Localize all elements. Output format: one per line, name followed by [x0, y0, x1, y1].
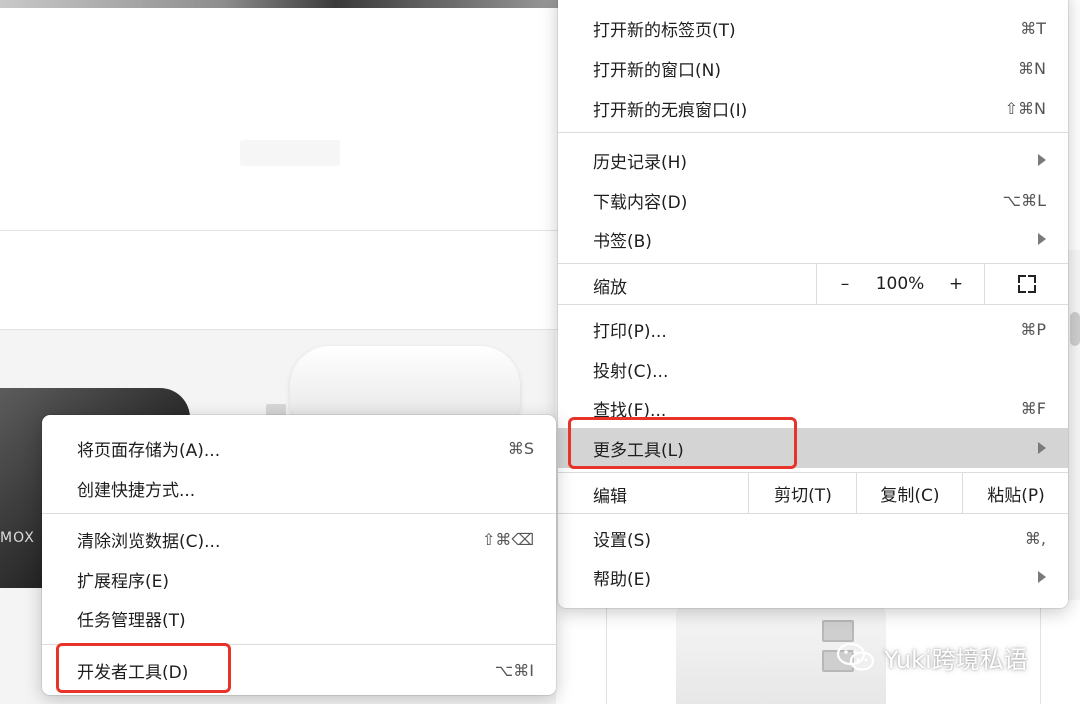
zoom-level: 100%: [872, 264, 928, 304]
charger-brand-text: MOX: [0, 530, 35, 546]
zoom-value: 100%: [875, 274, 925, 294]
menu-item-clear-browsing-data[interactable]: 清除浏览数据(C)... ⇧⌘⌫: [42, 519, 556, 559]
more-tools-submenu: 将页面存储为(A)... ⌘S 创建快捷方式... 清除浏览数据(C)... ⇧…: [42, 415, 556, 695]
menu-item-label: 帮助(E): [593, 569, 652, 590]
shortcut-text: ⌘N: [1018, 58, 1046, 78]
white-charger-image: [290, 346, 520, 416]
menu-item-label: 打开新的窗口(N): [593, 60, 721, 81]
menu-item-save-page[interactable]: 将页面存储为(A)... ⌘S: [42, 428, 556, 468]
scrollbar-thumb[interactable]: [1070, 312, 1080, 346]
menu-item-history[interactable]: 历史记录(H): [558, 140, 1068, 180]
menu-item-label: 打开新的标签页(T): [593, 20, 736, 41]
menu-item-print[interactable]: 打印(P)... ⌘P: [558, 309, 1068, 349]
zoom-out-button[interactable]: –: [816, 264, 873, 304]
menu-separator: [558, 132, 1068, 133]
shortcut-text: ⌘T: [1020, 18, 1046, 38]
menu-item-label: 书签(B): [593, 231, 652, 252]
cut-button[interactable]: 剪切(T): [748, 473, 857, 513]
submenu-arrow-icon: [1038, 571, 1046, 583]
menu-item-label: 更多工具(L): [593, 440, 684, 461]
copy-label: 复制(C): [880, 485, 940, 506]
menu-item-more-tools[interactable]: 更多工具(L): [558, 428, 1068, 468]
fullscreen-icon: [1018, 275, 1036, 293]
submenu-arrow-icon: [1038, 233, 1046, 245]
menu-item-label: 开发者工具(D): [77, 662, 189, 683]
shortcut-text: ⌘P: [1020, 319, 1046, 339]
menu-item-label: 创建快捷方式...: [77, 480, 196, 501]
wechat-icon: [836, 642, 875, 671]
shortcut-text: ⌥⌘I: [494, 660, 534, 680]
menu-item-new-window[interactable]: 打开新的窗口(N) ⌘N: [558, 48, 1068, 88]
background-divider: [0, 230, 560, 231]
menu-item-find[interactable]: 查找(F)... ⌘F: [558, 388, 1068, 428]
shortcut-text: ⇧⌘N: [1004, 98, 1046, 118]
fullscreen-button[interactable]: [984, 264, 1069, 304]
menu-item-help[interactable]: 帮助(E): [558, 557, 1068, 597]
menu-separator: [42, 644, 556, 645]
menu-item-label: 下载内容(D): [593, 192, 688, 213]
menu-item-label: 打开新的无痕窗口(I): [593, 100, 748, 121]
menu-item-task-manager[interactable]: 任务管理器(T): [42, 598, 556, 638]
menu-item-label: 打印(P)...: [593, 321, 667, 342]
background-image-strip: [0, 0, 560, 8]
menu-item-new-tab[interactable]: 打开新的标签页(T) ⌘T: [558, 8, 1068, 48]
watermark-text: Yuki跨境私语: [884, 645, 1028, 674]
menu-item-bookmarks[interactable]: 书签(B): [558, 219, 1068, 259]
zoom-in-button[interactable]: +: [928, 264, 984, 304]
background-divider: [606, 600, 607, 704]
shortcut-text: ⇧⌘⌫: [481, 529, 534, 549]
chrome-main-menu: 打开新的标签页(T) ⌘T 打开新的窗口(N) ⌘N 打开新的无痕窗口(I) ⇧…: [558, 0, 1068, 608]
menu-item-label: 清除浏览数据(C)...: [77, 531, 221, 552]
menu-item-label: 查找(F)...: [593, 400, 667, 421]
menu-item-new-incognito-window[interactable]: 打开新的无痕窗口(I) ⇧⌘N: [558, 88, 1068, 128]
paste-button[interactable]: 粘贴(P): [962, 473, 1069, 513]
menu-item-label: 投射(C)...: [593, 361, 669, 382]
menu-item-label: 将页面存储为(A)...: [77, 440, 221, 461]
paste-label: 粘贴(P): [987, 485, 1045, 506]
plus-icon: +: [948, 274, 964, 294]
copy-button[interactable]: 复制(C): [856, 473, 963, 513]
shortcut-text: ⌥⌘L: [1002, 190, 1046, 210]
zoom-row: 缩放 – 100% +: [558, 263, 1068, 305]
menu-item-label: 历史记录(H): [593, 152, 688, 173]
edit-row: 编辑 剪切(T) 复制(C) 粘贴(P): [558, 472, 1068, 514]
minus-icon: –: [840, 274, 850, 294]
submenu-arrow-icon: [1038, 442, 1046, 454]
menu-item-settings[interactable]: 设置(S) ⌘,: [558, 518, 1068, 558]
menu-item-create-shortcut[interactable]: 创建快捷方式...: [42, 468, 556, 508]
menu-item-developer-tools[interactable]: 开发者工具(D) ⌥⌘I: [42, 650, 556, 690]
menu-separator: [42, 513, 556, 514]
background-faint-block: [240, 140, 340, 166]
menu-item-label: 任务管理器(T): [77, 610, 186, 631]
usb-port: [822, 620, 854, 642]
menu-item-label: 设置(S): [593, 530, 652, 551]
menu-item-extensions[interactable]: 扩展程序(E): [42, 559, 556, 599]
shortcut-text: ⌘F: [1020, 398, 1046, 418]
edit-label: 编辑: [593, 487, 627, 507]
watermark: Yuki跨境私语: [836, 640, 1028, 674]
cut-label: 剪切(T): [774, 485, 832, 506]
shortcut-text: ⌘,: [1024, 528, 1046, 548]
background-divider: [1040, 600, 1041, 704]
menu-item-downloads[interactable]: 下载内容(D) ⌥⌘L: [558, 180, 1068, 220]
menu-item-cast[interactable]: 投射(C)...: [558, 349, 1068, 389]
shortcut-text: ⌘S: [507, 438, 534, 458]
menu-item-label: 扩展程序(E): [77, 571, 170, 592]
zoom-label: 缩放: [593, 278, 627, 298]
submenu-arrow-icon: [1038, 154, 1046, 166]
